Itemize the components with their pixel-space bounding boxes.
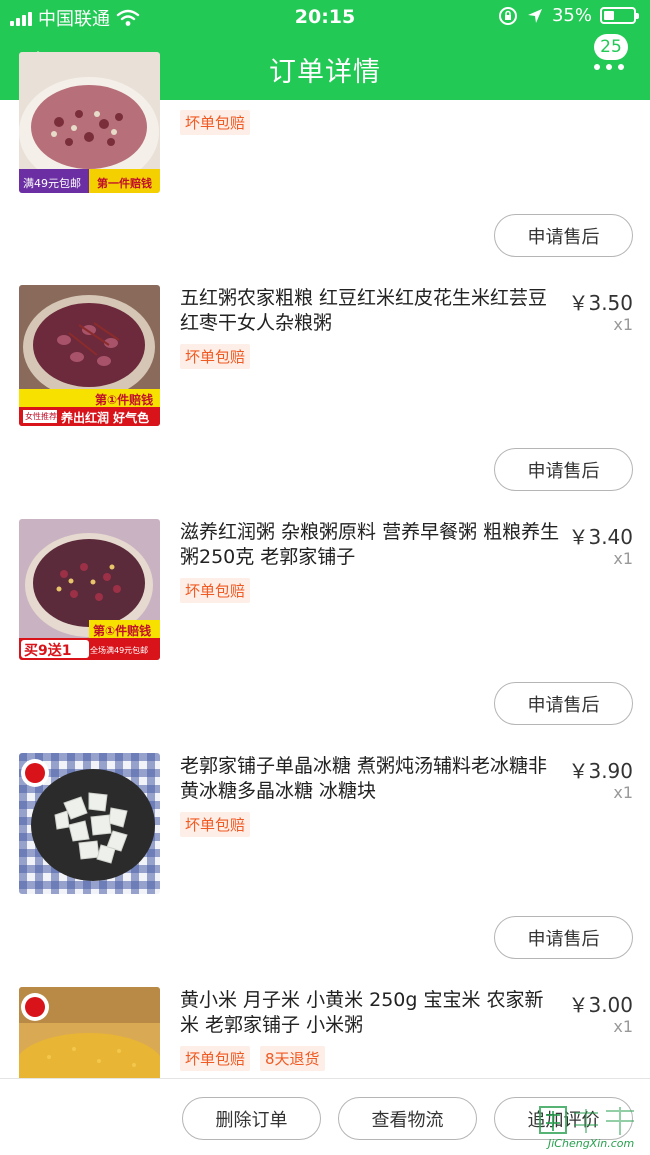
thumb-label-small: 全场满49元包邮 [90, 646, 149, 655]
tag-damage-guarantee: 坏单包赔 [180, 344, 251, 369]
thumb-label-top: 第①件赔钱 [95, 393, 154, 407]
add-review-button[interactable]: 追加评价 [494, 1097, 633, 1140]
delete-order-button[interactable]: 删除订单 [182, 1097, 321, 1140]
product-quantity: x1 [613, 549, 633, 568]
thumb-label-bottom: 买9送1 [24, 643, 72, 659]
product-quantity: x1 [613, 783, 633, 802]
view-logistics-button[interactable]: 查看物流 [338, 1097, 477, 1140]
thumb-label-top: 第①件赔钱 [93, 624, 152, 638]
product-price: ￥3.40 [568, 525, 633, 549]
tag-damage-guarantee: 坏单包赔 [180, 812, 251, 837]
order-item-1[interactable]: 第①件赔钱 女性推荐 养出红润 好气色 五红粥农家粗粮 红豆红米红皮花生米红芸豆… [0, 270, 650, 504]
tag-damage-guarantee: 坏单包赔 [180, 578, 251, 603]
product-name[interactable]: 滋养红润粥 杂粮粥原料 营养早餐粥 粗粮养生粥250克 老郭家铺子 [180, 520, 560, 570]
product-thumbnail[interactable]: 满49元包邮 第一件赔钱 [19, 52, 160, 193]
item-tags: 坏单包赔 [180, 344, 251, 369]
item-tags: 坏单包赔 [180, 812, 251, 837]
thumb-label-small: 女性推荐 [25, 412, 57, 421]
tag-damage-guarantee: 坏单包赔 [180, 1046, 251, 1071]
product-quantity: x1 [613, 1017, 633, 1036]
order-item-3[interactable]: 老郭家铺子单晶冰糖 煮粥炖汤辅料老冰糖非黄冰糖多晶冰糖 冰糖块 ￥3.90 x1… [0, 738, 650, 972]
order-item-4[interactable]: 黄小米 月子米 小黄米 250g 宝宝米 农家新米 老郭家铺子 小米粥 ￥3.0… [0, 972, 650, 1078]
item-tags: 坏单包赔 [180, 578, 251, 603]
product-price: ￥3.00 [568, 993, 633, 1017]
product-quantity: x1 [613, 315, 633, 334]
order-detail-page: 中国联通 20:15 35% 订单详情 25 满49元包邮 第一件赔钱 坏单包赔… [0, 0, 650, 1155]
product-price: ￥3.90 [568, 759, 633, 783]
after-sale-button[interactable]: 申请售后 [494, 916, 633, 959]
order-item-0[interactable]: 满49元包邮 第一件赔钱 坏单包赔 申请售后 [0, 0, 650, 270]
tag-8-day-return: 8天退货 [260, 1046, 325, 1071]
item-tags: 坏单包赔 [180, 110, 251, 135]
order-item-2[interactable]: 第①件赔钱 买9送1 全场满49元包邮 滋养红润粥 杂粮粥原料 营养早餐粥 粗粮… [0, 504, 650, 738]
product-thumbnail[interactable] [19, 987, 160, 1078]
thumb-label-bottom: 养出红润 好气色 [61, 411, 150, 425]
bottom-action-bar: 删除订单 查看物流 追加评价 [0, 1078, 650, 1155]
after-sale-button[interactable]: 申请售后 [494, 214, 633, 257]
tag-damage-guarantee: 坏单包赔 [180, 110, 251, 135]
product-price: ￥3.50 [568, 291, 633, 315]
thumb-label-left: 满49元包邮 [23, 177, 81, 190]
thumb-label-right: 第一件赔钱 [97, 177, 152, 190]
product-name[interactable]: 五红粥农家粗粮 红豆红米红皮花生米红芸豆红枣干女人杂粮粥 [180, 286, 560, 336]
product-thumbnail[interactable]: 第①件赔钱 买9送1 全场满49元包邮 [19, 519, 160, 660]
after-sale-button[interactable]: 申请售后 [494, 448, 633, 491]
after-sale-button[interactable]: 申请售后 [494, 682, 633, 725]
item-tags: 坏单包赔 8天退货 [180, 1046, 325, 1071]
product-name[interactable]: 老郭家铺子单晶冰糖 煮粥炖汤辅料老冰糖非黄冰糖多晶冰糖 冰糖块 [180, 754, 560, 804]
product-name[interactable]: 黄小米 月子米 小黄米 250g 宝宝米 农家新米 老郭家铺子 小米粥 [180, 988, 560, 1038]
product-thumbnail[interactable]: 第①件赔钱 女性推荐 养出红润 好气色 [19, 285, 160, 426]
product-thumbnail[interactable] [19, 753, 160, 894]
